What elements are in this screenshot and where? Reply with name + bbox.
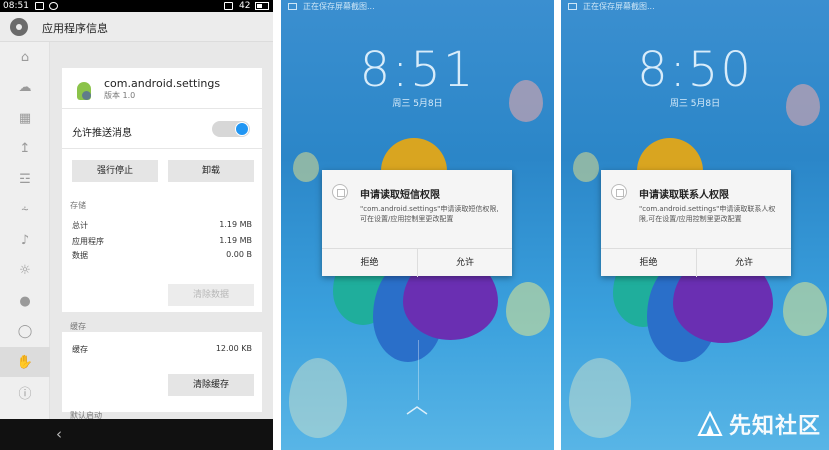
battery-icon [255, 2, 269, 10]
force-stop-button[interactable]: 强行停止 [72, 160, 158, 182]
app-grid-icon [611, 184, 627, 200]
cache-section-header: 缓存 [70, 322, 86, 331]
balloon [573, 152, 599, 182]
storage-card: 总计 1.19 MB 应用程序 1.19 MB 数据 0.00 B 清除数据 [62, 212, 262, 312]
lock-status-bar: 正在保存屏幕截图... [561, 0, 829, 14]
clear-data-button[interactable]: 清除数据 [168, 284, 254, 306]
dialog-message: "com.android.settings"申请读取联系人权限,可在设置/应用控… [639, 205, 776, 223]
lock-location-icon[interactable]: ● [0, 286, 50, 316]
allow-button[interactable]: 允许 [417, 249, 512, 277]
push-notification-label: 允许推送消息 [72, 128, 132, 139]
status-time: 08:51 [3, 1, 29, 11]
dialog-title: 申请读取联系人权限 [639, 190, 729, 201]
bluetooth-icon[interactable]: ⸞ [0, 194, 50, 224]
lock-clock: 8:50 [637, 42, 753, 98]
screenshot-collage: 08:51 42 应用程序信息 ⌂ ☁ ▦ ↥ ☲ ⸞ ♪ ☼ ● ◯ ✋ ⓘ [0, 0, 829, 450]
app-version: 版本 1.0 [104, 91, 136, 100]
balloon [506, 282, 550, 336]
check-notification-icon [49, 2, 58, 10]
divider [62, 108, 262, 109]
storage-row-value: 1.19 MB [219, 220, 252, 229]
app-info-screen: 08:51 42 应用程序信息 ⌂ ☁ ▦ ↥ ☲ ⸞ ♪ ☼ ● ◯ ✋ ⓘ [0, 0, 273, 450]
permission-dialog: 申请读取联系人权限 "com.android.settings"申请读取联系人权… [601, 170, 791, 277]
balloon [783, 282, 827, 336]
brightness-icon[interactable]: ☼ [0, 255, 50, 285]
balloon [509, 80, 543, 122]
unlock-chevron-icon[interactable] [405, 405, 429, 415]
globe-icon[interactable]: ◯ [0, 316, 50, 346]
lock-status-bar: 正在保存屏幕截图... [281, 0, 554, 14]
dialog-message: "com.android.settings"申请读取短信权限,可在设置/应用控制… [360, 205, 499, 223]
lock-screen-contacts: 正在保存屏幕截图... 8:50 周三 5月8日 申请读取联系人权限 "com.… [561, 0, 829, 450]
grid-icon[interactable]: ▦ [0, 103, 50, 133]
cache-value: 12.00 KB [215, 344, 252, 353]
balloon [569, 358, 631, 438]
uninstall-button[interactable]: 卸载 [168, 160, 254, 182]
volume-icon[interactable]: ♪ [0, 225, 50, 255]
app-package-name: com.android.settings [104, 77, 221, 90]
screenshot-icon [568, 3, 577, 10]
hand-icon[interactable]: ✋ [0, 347, 50, 377]
default-launch-header: 默认启动 [70, 411, 102, 419]
dialog-buttons: 拒绝 允许 [322, 248, 512, 277]
app-bar: 应用程序信息 [0, 12, 273, 42]
balloon [289, 358, 347, 438]
status-bar: 08:51 42 [0, 0, 273, 12]
page-title: 应用程序信息 [42, 22, 108, 35]
cache-card: 缓存 12.00 KB 清除缓存 [62, 332, 262, 412]
sim-icon [224, 2, 233, 10]
cloud-icon[interactable]: ☁ [0, 72, 50, 102]
app-header-card: com.android.settings 版本 1.0 允许推送消息 强行停止 … [62, 68, 262, 226]
watermark-text: 先知社区 [728, 414, 821, 439]
clear-cache-button[interactable]: 清除缓存 [168, 374, 254, 396]
allow-button[interactable]: 允许 [696, 249, 791, 277]
cache-row: 缓存 12.00 KB [72, 344, 252, 355]
screenshot-icon [288, 3, 297, 10]
storage-row-value: 0.00 B [226, 250, 252, 259]
deny-button[interactable]: 拒绝 [322, 249, 417, 277]
storage-row-label: 应用程序 [72, 237, 104, 246]
android-icon [74, 80, 94, 100]
cache-label: 缓存 [72, 345, 88, 354]
balloon-string [418, 340, 419, 400]
dialog-buttons: 拒绝 允许 [601, 248, 791, 277]
signal-icon[interactable]: ↥ [0, 133, 50, 163]
toggle-knob [235, 122, 249, 136]
watermark: 先知社区 [697, 410, 821, 439]
info-icon[interactable]: ⓘ [0, 377, 50, 407]
storage-row: 应用程序 1.19 MB [72, 236, 252, 247]
storage-row: 数据 0.00 B [72, 250, 252, 261]
navigation-bar: ‹ [0, 419, 273, 450]
gear-icon[interactable] [10, 18, 28, 36]
storage-row-label: 数据 [72, 251, 88, 260]
home-icon[interactable]: ⌂ [0, 42, 50, 72]
divider [62, 148, 262, 149]
balloon [786, 84, 820, 126]
wifi-icon[interactable]: ☲ [0, 164, 50, 194]
image-notification-icon [35, 2, 44, 10]
push-notification-toggle[interactable] [212, 121, 250, 137]
balloon [293, 152, 319, 182]
app-info-content: com.android.settings 版本 1.0 允许推送消息 强行停止 … [50, 42, 273, 419]
storage-section-header: 存储 [70, 201, 86, 210]
storage-row-value: 1.19 MB [219, 236, 252, 245]
settings-side-rail: ⌂ ☁ ▦ ↥ ☲ ⸞ ♪ ☼ ● ◯ ✋ ⓘ [0, 42, 50, 419]
battery-level: 42 [239, 1, 251, 11]
permission-dialog: 申请读取短信权限 "com.android.settings"申请读取短信权限,… [322, 170, 512, 277]
watermark-logo-icon [697, 411, 723, 436]
lock-screen-sms: 正在保存屏幕截图... 8:51 周三 5月8日 申请读取短信权限 "com.a… [281, 0, 554, 450]
app-grid-icon [332, 184, 348, 200]
back-icon[interactable]: ‹ [56, 425, 62, 443]
storage-row-label: 总计 [72, 221, 88, 230]
screenshot-status-text: 正在保存屏幕截图... [303, 2, 375, 11]
screenshot-status-text: 正在保存屏幕截图... [583, 2, 655, 11]
storage-row: 总计 1.19 MB [72, 220, 252, 231]
dialog-title: 申请读取短信权限 [360, 190, 440, 201]
deny-button[interactable]: 拒绝 [601, 249, 696, 277]
